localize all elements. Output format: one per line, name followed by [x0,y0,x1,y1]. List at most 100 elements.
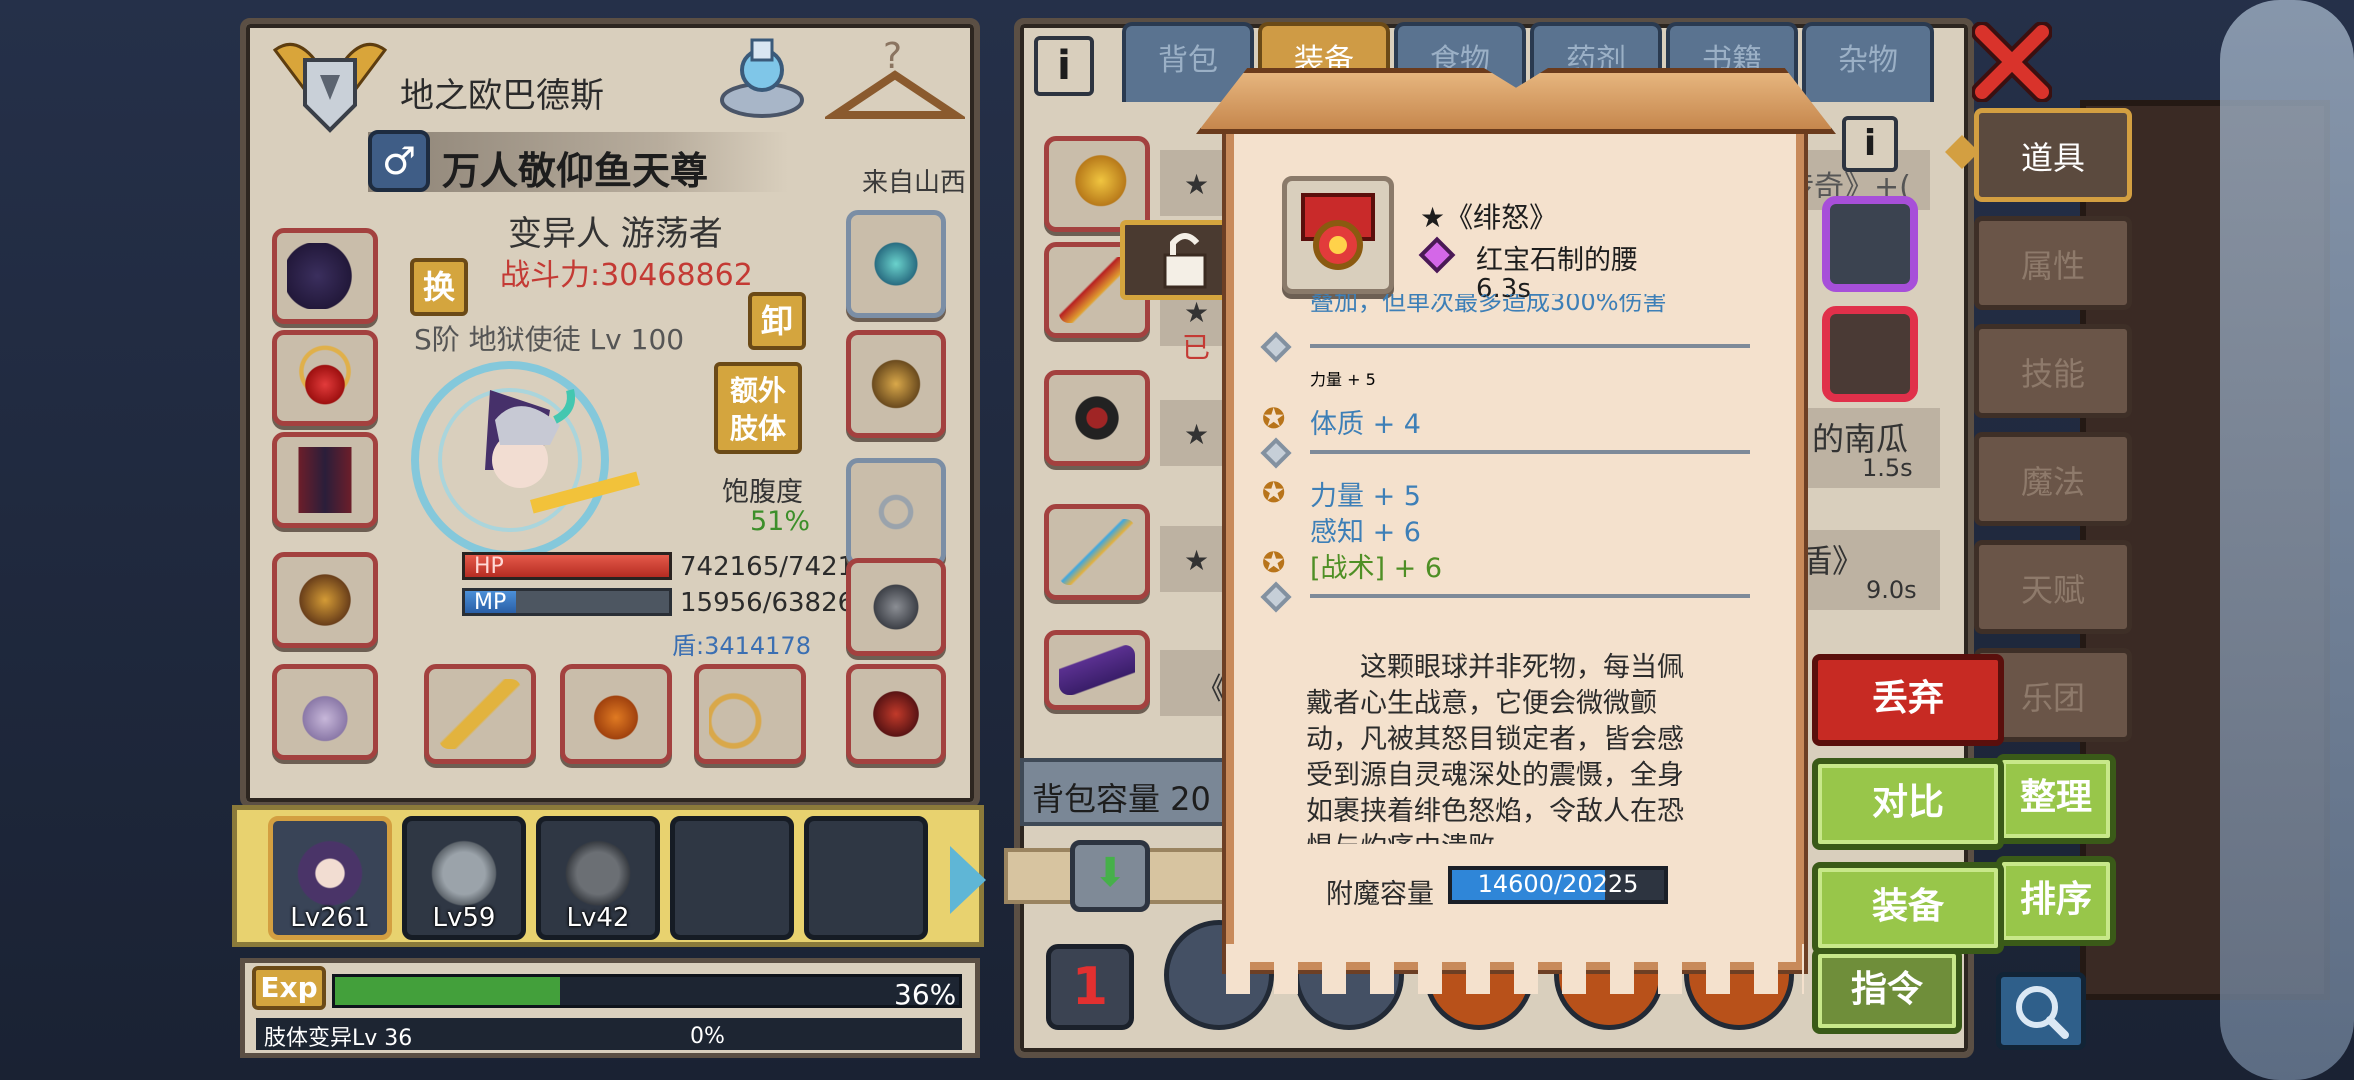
portal-icon[interactable] [712,30,812,125]
sort-button[interactable]: 排序 [1996,856,2116,946]
collect-all-icon[interactable]: ⬇ [1070,840,1150,912]
tab-misc[interactable]: 杂物 [1802,22,1934,102]
inventory-slot[interactable] [1044,136,1150,232]
search-icon[interactable] [1996,972,2086,1050]
party-slot-empty[interactable] [804,816,928,940]
socket-slot-red[interactable] [1822,306,1918,402]
background-tree-right [2220,0,2354,1080]
equip-slot-boots[interactable] [846,558,946,656]
tooltip-item-icon [1282,176,1394,294]
equip-slot-weapon-2[interactable] [560,664,672,764]
character-origin: 来自山西 [862,168,967,198]
stat-line: 感知 + 6 [1310,517,1421,548]
gold-rune-icon: ✪ [1262,402,1286,435]
stat-line: 力量 + 5 [1310,370,1376,389]
gold-rune-icon: ✪ [1262,546,1286,579]
stat-divider [1310,450,1750,454]
discard-button[interactable]: 丢弃 [1812,654,2004,746]
party-slot[interactable]: Lv261 [268,816,392,940]
gold-rune-icon: ✪ [1262,476,1286,509]
equip-slot-weapon-1[interactable] [424,664,536,764]
info-icon[interactable]: i [1034,36,1094,96]
sort-number-icon[interactable]: 1 [1046,944,1134,1030]
equip-slot-helmet[interactable] [272,228,378,324]
inventory-star: ★ [1184,296,1210,329]
hp-value: 742165/7421 [680,552,855,582]
gender-male-icon: ♂ [368,130,430,192]
side-tab-attributes[interactable]: 属性 [1974,216,2132,310]
rabbit-pet-icon [287,679,363,745]
inventory-slot[interactable] [1044,504,1150,600]
command-button[interactable]: 指令 [1812,948,1962,1034]
stat-line: 体质 + 4 [1310,409,1421,440]
equip-slot-offhand[interactable] [846,330,946,438]
inventory-partial-text: 已 [1182,331,1211,364]
unequip-button[interactable]: 卸 [748,292,806,350]
character-avatar[interactable] [400,350,660,560]
equip-button[interactable]: 装备 [1812,862,2004,954]
equip-slot-ring[interactable] [846,458,946,566]
pumpkin-icon [575,679,657,749]
golden-staff-icon [439,679,521,749]
enchant-value: 14600/20225 [1477,870,1639,898]
satiety-label: 饱腹度 [722,477,803,508]
character-name: 地之欧巴德斯 [400,76,604,116]
equip-slot-weapon-3[interactable] [694,664,806,764]
inventory-slot[interactable] [1044,630,1150,710]
wizard-hat-icon [1059,645,1135,695]
party-slot[interactable]: Lv42 [536,816,660,940]
equip-slot-armor[interactable] [272,552,378,648]
organize-button[interactable]: 整理 [1996,754,2116,844]
tooltip-item-name: ★《绯怒》 [1420,201,1558,234]
stat-divider [1310,344,1750,348]
compare-button[interactable]: 对比 [1812,758,2004,850]
party-slot[interactable]: Lv59 [402,816,526,940]
equip-slot-relic[interactable] [846,664,946,764]
side-tab-magic[interactable]: 魔法 [1974,432,2132,526]
party-next-arrow-icon[interactable] [950,846,986,914]
gold-armor-icon [287,567,363,633]
golden-gauntlet-icon [861,345,931,423]
stat-line: [战术] + 6 [1310,553,1443,584]
item-info-icon[interactable]: i [1842,116,1898,172]
inventory-partial-text: 盾》 [1800,542,1865,580]
equip-slot-accessory[interactable] [846,210,946,318]
inventory-partial-text: 1.5s [1862,454,1913,482]
inventory-star: ★ [1184,418,1210,451]
character-title: 万人敬仰鱼天尊 [442,149,709,193]
exp-bar-fill [335,977,560,1005]
party-level: Lv42 [566,903,630,933]
mp-value: 15956/63826 [680,588,855,618]
side-tab-talent[interactable]: 天赋 [1974,540,2132,634]
golden-wing-icon [1059,151,1135,217]
side-tab-items[interactable]: 道具 [1974,108,2132,202]
tooltip-item-material: 红宝石制的腰 [1476,245,1638,276]
party-slot-empty[interactable] [670,816,794,940]
exp-bar [332,974,962,1008]
tooltip-bottom-ornament [1226,944,1804,994]
rank-emblem-icon[interactable] [265,30,395,140]
side-tab-skills[interactable]: 技能 [1974,324,2132,418]
golden-bow-icon [709,679,791,749]
extra-limb-button[interactable]: 额外 肢体 [714,362,802,454]
equip-slot-necklace[interactable] [272,330,378,426]
dark-shield-icon [1059,385,1135,451]
equip-slot-pet[interactable] [272,664,378,760]
battle-power: 战斗力:30468862 [500,258,753,293]
enchant-label: 附魔容量 [1326,879,1434,910]
exp-label: Exp [252,966,326,1010]
ring-icon [861,473,931,551]
inventory-star: ★ [1184,168,1210,201]
swap-button[interactable]: 换 [410,258,468,316]
inventory-slot[interactable] [1044,370,1150,466]
socket-slot-purple[interactable] [1822,196,1918,292]
mp-label: MP [474,590,507,615]
tooltip-description: 这颗眼球并非死物，每当佩戴者心生战意，它便会微微颤动，凡被其怒目锁定者，皆会感受… [1306,652,1684,844]
crystal-emblem-icon [861,225,931,303]
equip-slot-cloak[interactable] [272,432,378,528]
limb-mutation-percent: 0% [690,1024,725,1049]
capacity-label: 背包容量 20 [1032,780,1211,818]
wardrobe-hanger-icon[interactable]: ? [821,30,969,130]
dark-cloak-icon [287,447,363,513]
close-icon[interactable] [1971,21,2053,103]
